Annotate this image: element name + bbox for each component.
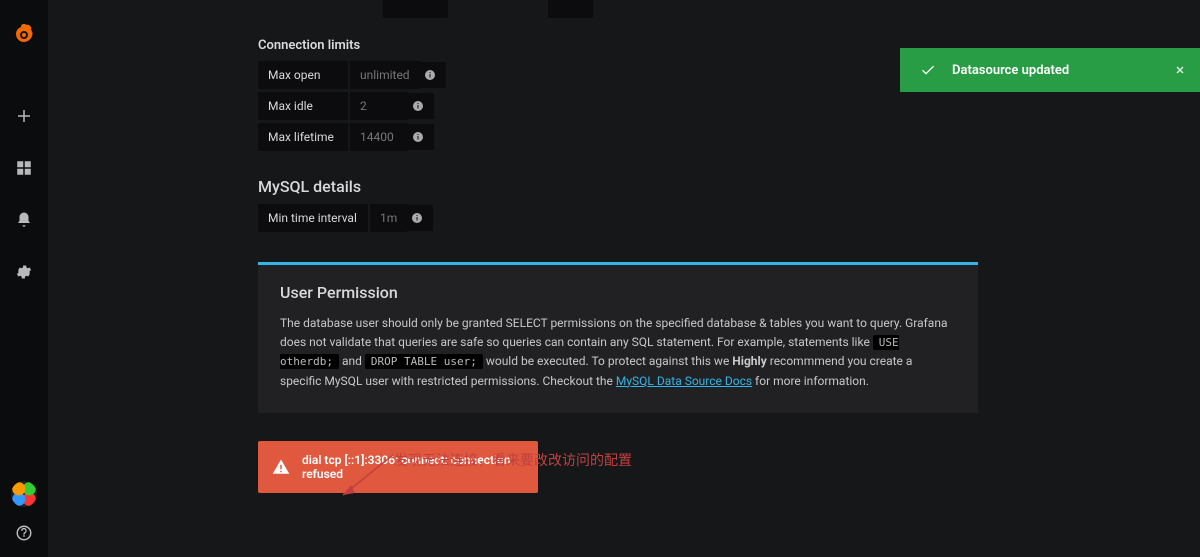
permission-text-2: would be executed. To protect against th… [486, 354, 732, 368]
info-icon[interactable] [407, 205, 433, 231]
max-idle-input[interactable]: 2 [348, 92, 408, 120]
prev-field-2 [548, 0, 593, 18]
toast-message: Datasource updated [952, 63, 1069, 78]
max-open-label: Max open [258, 61, 348, 89]
gear-icon[interactable] [8, 256, 40, 288]
permission-and: and [342, 354, 365, 368]
sidebar [0, 0, 48, 557]
max-open-row: Max open unlimited [258, 61, 446, 89]
permission-text: The database user should only be granted… [280, 316, 947, 349]
prev-field-1 [383, 0, 448, 18]
min-time-interval-row: Min time interval 1m [258, 204, 433, 232]
warning-icon [272, 458, 290, 476]
annotation-arrow [333, 445, 403, 505]
mysql-details-title: MySQL details [258, 177, 1200, 196]
min-time-interval-label: Min time interval [258, 204, 368, 232]
mysql-docs-link[interactable]: MySQL Data Source Docs [616, 374, 752, 388]
info-icon[interactable] [408, 124, 434, 150]
close-icon[interactable] [1174, 64, 1186, 76]
max-idle-label: Max idle [258, 92, 348, 120]
user-permission-title: User Permission [280, 283, 956, 302]
min-time-interval-input[interactable]: 1m [368, 204, 407, 232]
max-idle-row: Max idle 2 [258, 92, 434, 120]
help-icon[interactable] [8, 517, 40, 549]
success-toast: Datasource updated [900, 48, 1200, 92]
info-icon[interactable] [420, 62, 446, 88]
plus-icon[interactable] [8, 100, 40, 132]
max-lifetime-input[interactable]: 14400 [348, 123, 408, 151]
max-lifetime-label: Max lifetime [258, 123, 348, 151]
permission-text-4: for more information. [755, 374, 869, 388]
annotation-text: 发现无法连接，看来要改改访问的配置 [394, 450, 632, 470]
grafana-logo[interactable] [8, 18, 40, 50]
user-permission-panel: User Permission The database user should… [258, 262, 978, 413]
alerting-icon[interactable] [8, 204, 40, 236]
code-drop: DROP TABLE user; [365, 354, 483, 369]
max-open-input[interactable]: unlimited [348, 61, 420, 89]
max-lifetime-row: Max lifetime 14400 [258, 123, 434, 151]
permission-highly: Highly [732, 354, 766, 368]
avatar[interactable] [11, 481, 37, 507]
user-permission-body: The database user should only be granted… [280, 314, 956, 391]
dashboards-icon[interactable] [8, 152, 40, 184]
info-icon[interactable] [408, 93, 434, 119]
check-icon [920, 62, 936, 78]
